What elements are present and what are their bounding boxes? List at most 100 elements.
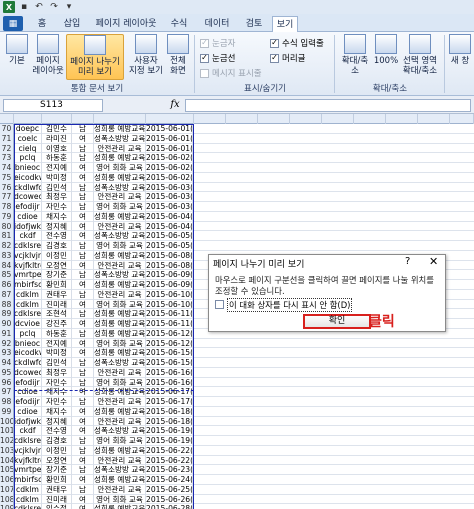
column-header[interactable]: [226, 114, 258, 124]
row-number[interactable]: 70: [0, 124, 14, 134]
course-cell[interactable]: 성희롱 예방교육: [94, 475, 146, 485]
row-number[interactable]: 93: [0, 348, 14, 358]
date-cell[interactable]: 2015-06-05(금): [146, 231, 193, 241]
row-number[interactable]: 102: [0, 436, 14, 446]
course-cell[interactable]: 안전관리 교육: [94, 455, 146, 466]
name-cell[interactable]: 채지수: [42, 387, 72, 397]
gender-cell[interactable]: 여: [72, 455, 94, 466]
table-row[interactable]: 98efodijr자민수남안전관리 교육2015-06-17(수): [0, 397, 474, 407]
table-row[interactable]: 106mbirfscl황민희여성희롱 예방교육2015-06-24(수): [0, 475, 474, 485]
name-cell[interactable]: 박미정: [42, 172, 72, 183]
table-row[interactable]: 100idofjwkef정지혜여안전관리 교육2015-06-18(목): [0, 416, 474, 427]
name-cell[interactable]: 권태우: [42, 289, 72, 300]
course-cell[interactable]: 안전관리 교육: [94, 367, 146, 378]
gender-cell[interactable]: 남: [72, 309, 94, 319]
id-cell[interactable]: cielq: [14, 143, 42, 154]
headings-checkbox[interactable]: ✓ 머리글: [270, 52, 305, 64]
name-cell[interactable]: 최정우: [42, 192, 72, 202]
id-cell[interactable]: dcowecd: [14, 367, 42, 378]
column-header[interactable]: [418, 114, 450, 124]
gender-cell[interactable]: 여: [72, 504, 94, 509]
row-number[interactable]: 83: [0, 250, 14, 261]
name-cell[interactable]: 채지수: [42, 406, 72, 417]
row-number[interactable]: 84: [0, 260, 14, 271]
gender-cell[interactable]: 여: [72, 260, 94, 271]
id-cell[interactable]: cdklsrenc: [14, 309, 42, 319]
date-cell[interactable]: 2015-06-03(수): [146, 192, 193, 202]
table-row[interactable]: 96efodijr자민수남영어 회화 교육2015-06-16(화): [0, 377, 474, 388]
gender-cell[interactable]: 남: [72, 124, 94, 134]
gender-cell[interactable]: 여: [72, 299, 94, 310]
date-cell[interactable]: 2015-06-18(목): [146, 416, 193, 427]
table-row[interactable]: 105vmrtpef장기준남성폭소방방 교육2015-06-23(화): [0, 465, 474, 475]
course-cell[interactable]: 영어 회화 교육: [94, 338, 146, 349]
table-row[interactable]: 99cdioe채지수여성희롱 예방교육2015-06-18(목): [0, 406, 474, 417]
date-cell[interactable]: 2015-06-23(화): [146, 465, 193, 475]
date-cell[interactable]: 2015-06-08(월): [146, 250, 193, 261]
course-cell[interactable]: 안전관리 교육: [94, 416, 146, 427]
date-cell[interactable]: 2015-06-04(목): [146, 211, 193, 222]
id-cell[interactable]: vmrtpef: [14, 465, 42, 475]
gender-cell[interactable]: 남: [72, 143, 94, 154]
course-cell[interactable]: 영어 회화 교육: [94, 494, 146, 505]
column-header[interactable]: [386, 114, 418, 124]
name-cell[interactable]: 김민석: [42, 182, 72, 193]
date-cell[interactable]: 2015-06-22(월): [146, 455, 193, 466]
row-number[interactable]: 106: [0, 475, 14, 485]
row-number[interactable]: 86: [0, 280, 14, 290]
gender-cell[interactable]: 남: [72, 397, 94, 407]
date-cell[interactable]: 2015-06-02(화): [146, 163, 193, 173]
gender-cell[interactable]: 남: [72, 484, 94, 495]
course-cell[interactable]: 안전관리 교육: [94, 192, 146, 202]
column-header[interactable]: [258, 114, 290, 124]
row-number[interactable]: 89: [0, 309, 14, 319]
table-row[interactable]: 78efodijr자민수남영어 회화 교육2015-06-03(수): [0, 202, 474, 212]
course-cell[interactable]: 안전관리 교육: [94, 143, 146, 154]
name-box[interactable]: S113: [3, 99, 103, 112]
id-cell[interactable]: ckdf: [14, 426, 42, 436]
gender-cell[interactable]: 남: [72, 289, 94, 300]
name-cell[interactable]: 채지수: [42, 211, 72, 222]
message-bar-checkbox[interactable]: 메시지 표시줄: [200, 67, 262, 79]
gender-cell[interactable]: 여: [72, 319, 94, 329]
id-cell[interactable]: cdioe: [14, 211, 42, 222]
course-cell[interactable]: 성희롱 예방교육: [94, 124, 146, 134]
formula-bar-checkbox[interactable]: ✓ 수식 입력줄: [270, 37, 324, 49]
date-cell[interactable]: 2015-06-02(화): [146, 153, 193, 163]
column-header[interactable]: [354, 114, 386, 124]
id-cell[interactable]: mbirfscl: [14, 475, 42, 485]
name-cell[interactable]: 진미래: [42, 299, 72, 310]
date-cell[interactable]: 2015-06-12(금): [146, 338, 193, 349]
column-header[interactable]: [94, 114, 146, 124]
table-row[interactable]: 70doepc김민수남성희롱 예방교육2015-06-01(월): [0, 124, 474, 134]
course-cell[interactable]: 성희롱 예방교육: [94, 280, 146, 290]
date-cell[interactable]: 2015-06-15(월): [146, 348, 193, 358]
gender-cell[interactable]: 여: [72, 231, 94, 241]
row-number[interactable]: 90: [0, 319, 14, 329]
name-cell[interactable]: 하동훈: [42, 153, 72, 163]
row-number[interactable]: 82: [0, 241, 14, 251]
gender-cell[interactable]: 남: [72, 445, 94, 456]
name-cell[interactable]: 자민수: [42, 397, 72, 407]
course-cell[interactable]: 성희롱 예방교육: [94, 211, 146, 222]
gender-cell[interactable]: 여: [72, 211, 94, 222]
date-cell[interactable]: 2015-06-09(화): [146, 280, 193, 290]
name-cell[interactable]: 임수정: [42, 504, 72, 509]
id-cell[interactable]: vcjklvjr: [14, 445, 42, 456]
id-cell[interactable]: bnieoc: [14, 163, 42, 173]
id-cell[interactable]: doepc: [14, 124, 42, 134]
course-cell[interactable]: 성희롱 예방교육: [94, 406, 146, 417]
gender-cell[interactable]: 남: [72, 182, 94, 193]
date-cell[interactable]: 2015-06-03(수): [146, 182, 193, 193]
date-cell[interactable]: 2015-06-28(금): [146, 504, 193, 509]
row-number[interactable]: 97: [0, 387, 14, 397]
column-header[interactable]: [290, 114, 322, 124]
course-cell[interactable]: 성폭소방방 교육: [94, 133, 146, 144]
table-row[interactable]: 76ckdlwfo김민석남성폭소방방 교육2015-06-03(수): [0, 182, 474, 193]
date-cell[interactable]: 2015-06-08(월): [146, 260, 193, 271]
id-cell[interactable]: bnieoc: [14, 338, 42, 349]
tab-insert[interactable]: 삽입: [58, 16, 86, 32]
name-cell[interactable]: 김경호: [42, 436, 72, 446]
row-number[interactable]: 72: [0, 143, 14, 154]
date-cell[interactable]: 2015-06-11(목): [146, 309, 193, 319]
